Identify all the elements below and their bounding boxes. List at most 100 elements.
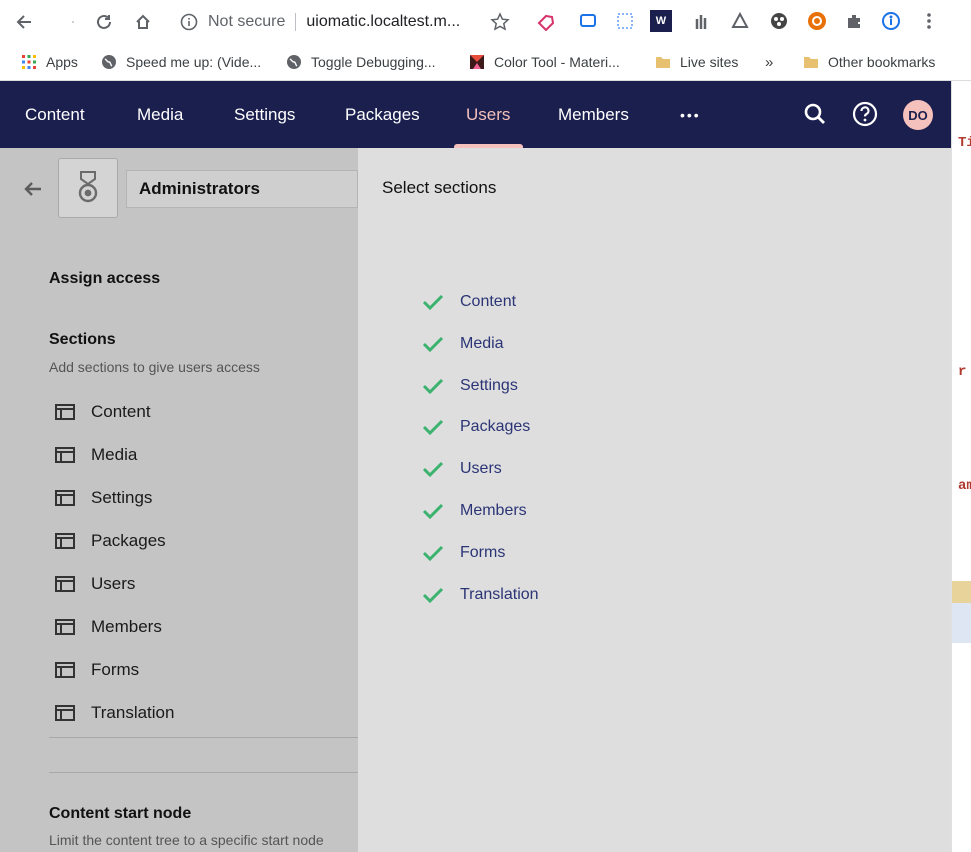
section-item-label: Forms [91, 660, 140, 679]
nav-content[interactable]: Content [25, 81, 85, 148]
medal-icon[interactable] [58, 158, 118, 218]
forward-arrow-icon[interactable] [56, 10, 80, 34]
dialog-item-label: Forms [460, 544, 506, 561]
section-icon [55, 447, 75, 463]
section-item-label: Members [91, 617, 162, 636]
help-icon[interactable] [851, 100, 879, 128]
bookmark-speed-me-up[interactable]: Speed me up: (Vide... [100, 44, 261, 80]
bookmark-label: Other bookmarks [828, 54, 936, 70]
bookmark-other[interactable]: Other bookmarks [802, 44, 935, 80]
nav-media[interactable]: Media [137, 81, 183, 148]
folder-icon [802, 53, 820, 71]
dialog-item-members[interactable]: Members [422, 499, 527, 523]
dialog-item-settings[interactable]: Settings [422, 374, 518, 398]
divider [49, 737, 358, 738]
info-icon[interactable] [178, 11, 200, 33]
bookmarks-bar: Apps Speed me up: (Vide... Toggle Debugg… [0, 44, 971, 81]
editor-strip: Ti r am [951, 81, 971, 852]
section-item-content[interactable]: Content [55, 400, 151, 424]
extension-w-icon[interactable]: W [650, 10, 672, 32]
checkmark-icon [422, 378, 444, 395]
sections-description: Add sections to give users access [49, 359, 260, 375]
dialog-item-forms[interactable]: Forms [422, 541, 505, 565]
extension-grid-icon[interactable] [614, 10, 636, 32]
dialog-item-users[interactable]: Users [422, 457, 502, 481]
dialog-item-label: Users [460, 460, 502, 477]
accessibility-icon[interactable] [880, 10, 902, 32]
extension-hand-icon[interactable] [690, 10, 712, 32]
user-avatar[interactable]: DO [903, 100, 933, 130]
nav-settings[interactable]: Settings [234, 81, 295, 148]
globe-icon [285, 53, 303, 71]
bookmark-toggle-debugging[interactable]: Toggle Debugging... [285, 44, 436, 80]
dialog-item-label: Members [460, 502, 527, 519]
extension-screen-icon[interactable] [577, 10, 599, 32]
section-item-members[interactable]: Members [55, 615, 162, 639]
dialog-item-packages[interactable]: Packages [422, 415, 530, 439]
color-tool-icon [468, 53, 486, 71]
back-arrow-icon[interactable] [22, 178, 44, 200]
section-icon [55, 662, 75, 678]
dialog-title: Select sections [382, 178, 497, 197]
section-item-label: Users [91, 574, 136, 593]
bookmark-color-tool[interactable]: Color Tool - Materi... [468, 44, 620, 80]
section-item-settings[interactable]: Settings [55, 486, 152, 510]
section-item-users[interactable]: Users [55, 572, 135, 596]
dialog-item-content[interactable]: Content [422, 290, 516, 314]
section-icon [55, 705, 75, 721]
content-start-node-description: Limit the content tree to a specific sta… [49, 832, 324, 848]
checkmark-icon [422, 336, 444, 353]
bookmark-label: Speed me up: (Vide... [126, 54, 262, 70]
dialog-item-media[interactable]: Media [422, 332, 504, 356]
bookmark-apps[interactable]: Apps [20, 44, 78, 80]
section-item-label: Translation [91, 703, 175, 722]
editor-snippet: am [958, 478, 971, 494]
address-bar[interactable]: Not secure uiomatic.localtest.m... [178, 4, 523, 40]
bookmarks-overflow-button[interactable]: » [765, 44, 773, 80]
nav-members[interactable]: Members [558, 81, 629, 148]
home-icon[interactable] [131, 10, 155, 34]
menu-kebab-icon[interactable] [918, 10, 940, 32]
globe-icon [100, 53, 118, 71]
section-item-forms[interactable]: Forms [55, 658, 139, 682]
editor-snippet: Ti [958, 135, 971, 151]
dialog-item-label: Content [460, 293, 517, 310]
section-item-media[interactable]: Media [55, 443, 137, 467]
nav-more-button[interactable]: ••• [680, 81, 701, 148]
extension-tag-icon[interactable] [535, 10, 557, 32]
folder-icon [654, 53, 672, 71]
bookmark-label: Live sites [680, 54, 739, 70]
editor-selection [952, 603, 971, 643]
section-item-label: Packages [91, 531, 166, 550]
bookmark-label: Toggle Debugging... [311, 54, 436, 70]
extension-triangle-icon[interactable] [729, 10, 751, 32]
group-name-field[interactable]: Administrators [126, 170, 358, 208]
nav-packages[interactable]: Packages [345, 81, 420, 148]
dialog-item-label: Media [460, 335, 504, 352]
section-icon [55, 404, 75, 420]
section-item-packages[interactable]: Packages [55, 529, 166, 553]
bookmark-star-icon[interactable] [488, 10, 512, 34]
checkmark-icon [422, 503, 444, 520]
extensions-puzzle-icon[interactable] [843, 10, 865, 32]
section-icon [55, 619, 75, 635]
search-icon[interactable] [801, 100, 829, 128]
section-icon [55, 533, 75, 549]
extension-power-icon[interactable] [806, 10, 828, 32]
dialog-item-translation[interactable]: Translation [422, 583, 539, 607]
section-icon [55, 490, 75, 506]
security-label: Not secure [208, 13, 286, 30]
bookmark-live-sites[interactable]: Live sites [654, 44, 738, 80]
divider [49, 772, 358, 773]
extension-paw-icon[interactable] [768, 10, 790, 32]
nav-users[interactable]: Users [466, 81, 510, 148]
checkmark-icon [422, 587, 444, 604]
user-group-editor [0, 148, 358, 852]
reload-icon[interactable] [92, 10, 116, 34]
url-text[interactable]: uiomatic.localtest.m... [306, 13, 460, 31]
editor-snippet: r [958, 364, 967, 380]
dialog-item-label: Translation [460, 586, 539, 603]
back-arrow-icon[interactable] [12, 10, 36, 34]
separator [295, 13, 297, 31]
section-item-translation[interactable]: Translation [55, 701, 174, 725]
